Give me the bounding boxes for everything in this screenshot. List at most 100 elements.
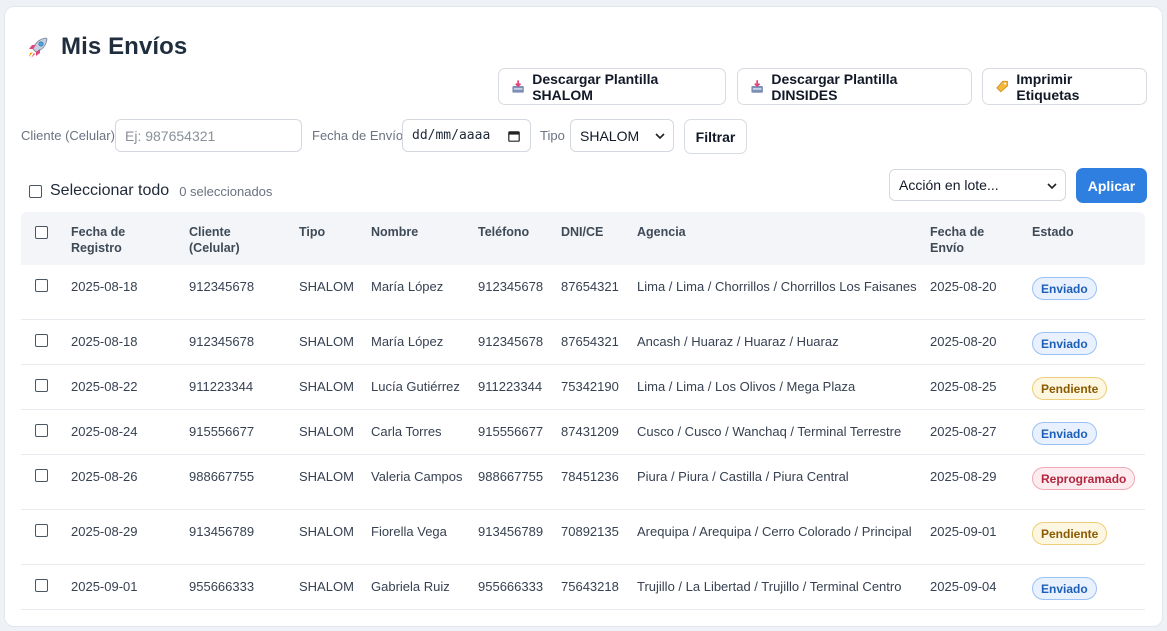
row-checkbox[interactable] bbox=[35, 579, 48, 592]
col-dni[interactable]: DNI/CE bbox=[561, 224, 603, 240]
cell-agencia: Lima / Lima / Chorrillos / Chorrillos Lo… bbox=[637, 279, 917, 294]
table-row[interactable]: 2025-08-18 912345678 SHALOM María López 9123… bbox=[21, 265, 1145, 320]
page-header: Mis Envíos bbox=[25, 33, 187, 61]
download-dinsides-label: Descargar Plantilla DINSIDES bbox=[771, 70, 898, 103]
header-checkbox[interactable] bbox=[35, 226, 48, 239]
status-badge: Reprogramado bbox=[1032, 467, 1136, 490]
col-nombre[interactable]: Nombre bbox=[371, 224, 418, 240]
cell-registro: 2025-08-26 bbox=[71, 469, 138, 484]
bulk-action-select[interactable]: Acción en lote... bbox=[889, 169, 1066, 201]
row-checkbox[interactable] bbox=[35, 379, 48, 392]
cell-nombre: Gabriela Ruiz bbox=[371, 579, 450, 594]
cell-dni: 87431209 bbox=[561, 424, 619, 439]
table-header: Fecha de Registro Cliente (Celular) Tipo… bbox=[21, 212, 1145, 265]
rocket-icon bbox=[29, 37, 48, 58]
status-badge: Enviado bbox=[1032, 332, 1097, 355]
selected-count: 0 seleccionados bbox=[179, 183, 273, 199]
client-filter-label: Cliente (Celular) bbox=[21, 128, 115, 143]
table-row[interactable]: 2025-08-22 911223344 SHALOM Lucía Gutiérrez… bbox=[21, 365, 1145, 410]
table-row[interactable]: 2025-09-01 955666333 SHALOM Gabriela Ruiz 95… bbox=[21, 565, 1145, 610]
client-search-input[interactable]: Ej: 987654321 bbox=[115, 119, 302, 152]
cell-cliente: 988667755 bbox=[189, 469, 255, 484]
filter-button-label: Filtrar bbox=[695, 128, 736, 145]
bulk-action-value: Acción en lote... bbox=[899, 177, 999, 193]
cell-tipo: SHALOM bbox=[299, 334, 354, 349]
page-title: Mis Envíos bbox=[61, 33, 188, 60]
col-tipo[interactable]: Tipo bbox=[299, 224, 325, 240]
cell-tipo: SHALOM bbox=[299, 524, 354, 539]
cell-registro: 2025-08-29 bbox=[71, 524, 138, 539]
type-select-value: SHALOM bbox=[580, 127, 640, 144]
col-agencia[interactable]: Agencia bbox=[637, 224, 686, 240]
select-all-label[interactable]: Seleccionar todo bbox=[50, 182, 169, 200]
download-shalom-label: Descargar Plantilla SHALOM bbox=[532, 70, 659, 103]
row-checkbox[interactable] bbox=[35, 334, 48, 347]
type-select[interactable]: SHALOM bbox=[570, 119, 674, 152]
cell-dni: 78451236 bbox=[561, 469, 619, 484]
table-row[interactable]: 2025-08-24 915556677 SHALOM Carla Torres 915… bbox=[21, 410, 1145, 455]
chevron-down-icon bbox=[655, 133, 665, 140]
date-filter-input[interactable]: dd/mm/aaaa bbox=[402, 119, 531, 152]
cell-tipo: SHALOM bbox=[299, 279, 354, 294]
filter-button[interactable]: Filtrar bbox=[684, 119, 747, 154]
status-badge: Enviado bbox=[1032, 277, 1097, 300]
cell-tipo: SHALOM bbox=[299, 579, 354, 594]
date-filter-label: Fecha de Envío bbox=[312, 128, 404, 143]
cell-nombre: Lucía Gutiérrez bbox=[371, 379, 460, 394]
download-shalom-button[interactable]: Descargar Plantilla SHALOM bbox=[498, 68, 726, 105]
bulk-select-row: Seleccionar todo 0 seleccionados bbox=[29, 182, 272, 200]
cell-registro: 2025-08-22 bbox=[71, 379, 138, 394]
cell-telefono: 955666333 bbox=[478, 579, 544, 594]
table-row[interactable]: 2025-08-26 988667755 SHALOM Valeria Campos 9… bbox=[21, 455, 1145, 510]
chevron-down-icon bbox=[1047, 183, 1057, 190]
cell-agencia: Ancash / Huaraz / Huaraz / Huaraz bbox=[637, 334, 839, 349]
table-row[interactable]: 2025-08-18 912345678 SHALOM María López 9123… bbox=[21, 320, 1145, 365]
cell-telefono: 912345678 bbox=[478, 279, 544, 294]
cell-telefono: 912345678 bbox=[478, 334, 544, 349]
type-filter-label: Tipo bbox=[540, 128, 565, 143]
status-badge: Pendiente bbox=[1032, 377, 1108, 400]
cell-telefono: 915556677 bbox=[478, 424, 544, 439]
cell-registro: 2025-08-18 bbox=[71, 334, 138, 349]
cell-agencia: Trujillo / La Libertad / Trujillo / Term… bbox=[637, 579, 902, 594]
cell-cliente: 913456789 bbox=[189, 524, 255, 539]
download-dinsides-button[interactable]: Descargar Plantilla DINSIDES bbox=[737, 68, 972, 105]
col-cliente[interactable]: Cliente (Celular) bbox=[189, 224, 269, 256]
label-tag-icon bbox=[996, 80, 1008, 93]
apply-button[interactable]: Aplicar bbox=[1076, 168, 1147, 203]
cell-telefono: 911223344 bbox=[478, 379, 543, 394]
cell-nombre: Fiorella Vega bbox=[371, 524, 447, 539]
table-row[interactable]: 2025-08-29 913456789 SHALOM Fiorella Vega 91… bbox=[21, 510, 1145, 565]
select-all-checkbox[interactable] bbox=[29, 184, 42, 198]
cell-envio: 2025-08-20 bbox=[930, 334, 997, 349]
cell-dni: 75643218 bbox=[561, 579, 619, 594]
cell-envio: 2025-09-01 bbox=[930, 524, 997, 539]
cell-dni: 87654321 bbox=[561, 334, 619, 349]
cell-agencia: Lima / Lima / Los Olivos / Mega Plaza bbox=[637, 379, 856, 394]
col-telefono[interactable]: Teléfono bbox=[478, 224, 529, 240]
col-estado[interactable]: Estado bbox=[1032, 224, 1074, 240]
cell-tipo: SHALOM bbox=[299, 469, 354, 484]
cell-dni: 75342190 bbox=[561, 379, 619, 394]
cell-cliente: 911223344 bbox=[189, 379, 254, 394]
calendar-icon[interactable] bbox=[508, 130, 520, 142]
cell-cliente: 915556677 bbox=[189, 424, 255, 439]
cell-registro: 2025-08-18 bbox=[71, 279, 138, 294]
row-checkbox[interactable] bbox=[35, 279, 48, 292]
cell-tipo: SHALOM bbox=[299, 379, 354, 394]
print-labels-button[interactable]: Imprimir Etiquetas bbox=[982, 68, 1147, 105]
row-checkbox[interactable] bbox=[35, 524, 48, 537]
table-body: 2025-08-18 912345678 SHALOM María López 9123… bbox=[21, 265, 1145, 610]
cell-agencia: Arequipa / Arequipa / Cerro Colorado / P… bbox=[637, 524, 912, 539]
cell-envio: 2025-08-27 bbox=[930, 424, 997, 439]
cell-cliente: 912345678 bbox=[189, 334, 255, 349]
cell-envio: 2025-09-04 bbox=[930, 579, 997, 594]
col-envio[interactable]: Fecha de Envío bbox=[930, 224, 1000, 256]
row-checkbox[interactable] bbox=[35, 424, 48, 437]
cell-telefono: 913456789 bbox=[478, 524, 544, 539]
inbox-tray-icon bbox=[512, 80, 524, 93]
col-registro[interactable]: Fecha de Registro bbox=[71, 224, 151, 256]
cell-registro: 2025-08-24 bbox=[71, 424, 138, 439]
row-checkbox[interactable] bbox=[35, 469, 48, 482]
shipments-table: Fecha de Registro Cliente (Celular) Tipo… bbox=[21, 212, 1145, 610]
